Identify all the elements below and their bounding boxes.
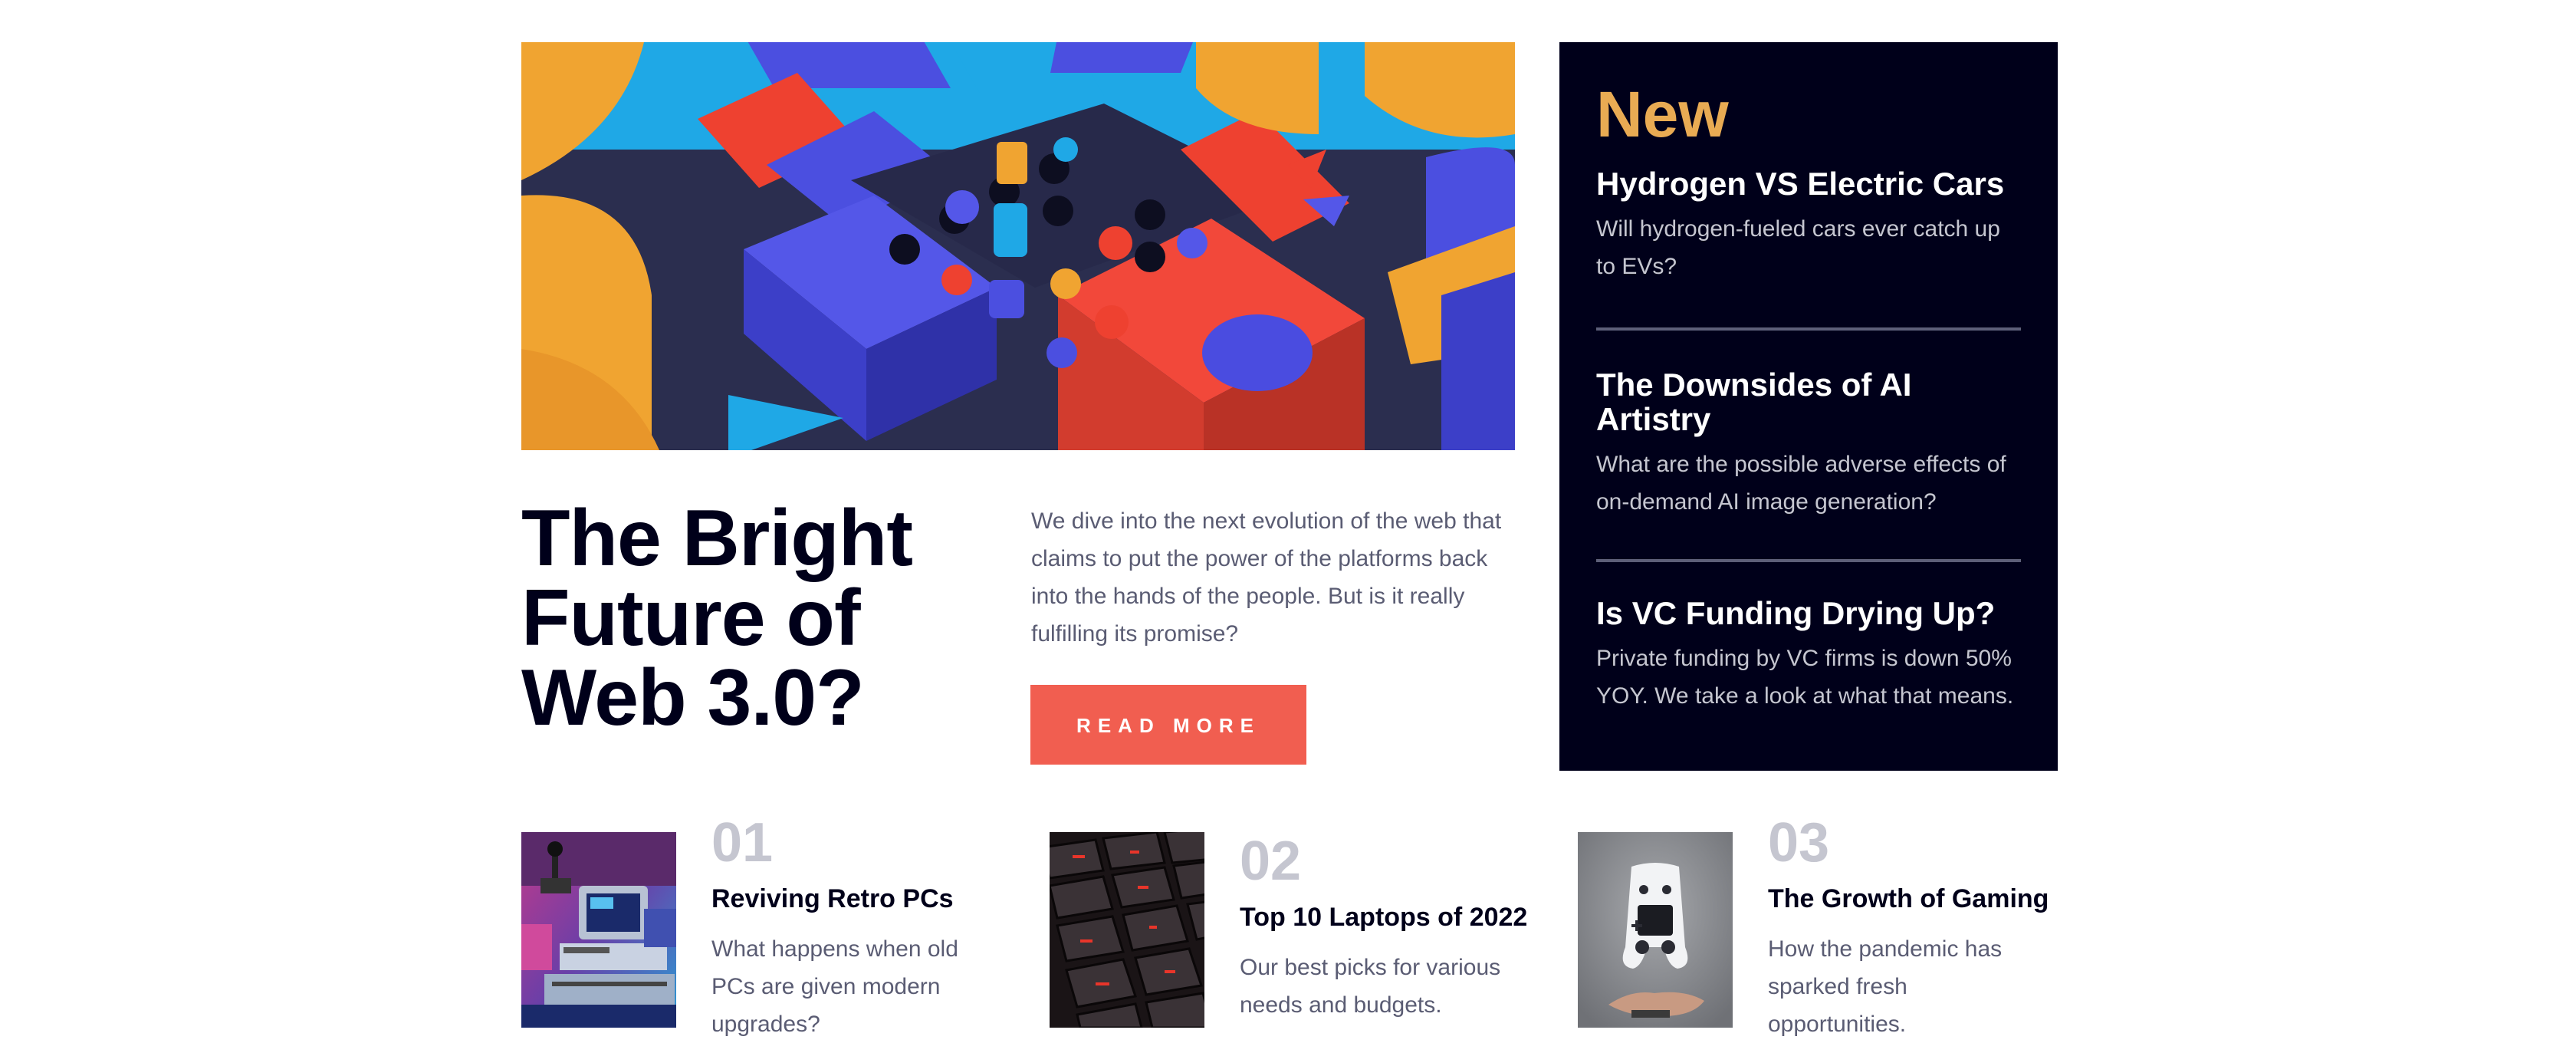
keyboard-illustration (1050, 832, 1204, 1028)
retro-pc-photo[interactable] (521, 832, 676, 1028)
article-description: Our best picks for various needs and bud… (1240, 955, 1501, 1018)
article-title[interactable]: Top 10 Laptops of 2022 (1240, 900, 1562, 935)
article-number: 03 (1768, 812, 1830, 874)
news-item[interactable]: Is VC Funding Drying Up? Private funding… (1596, 562, 2021, 715)
article-number: 01 (711, 812, 774, 874)
article-number: 02 (1240, 831, 1302, 892)
news-item-description: What are the possible adverse effects of… (1596, 452, 2006, 515)
hero-image[interactable] (521, 42, 1515, 450)
read-more-button[interactable]: READ MORE (1030, 685, 1306, 765)
article-body: 01 Reviving Retro PCs What happens when … (711, 815, 980, 1043)
new-heading: New (1596, 78, 1729, 150)
article-body: 02 Top 10 Laptops of 2022 Our best picks… (1240, 834, 1562, 1024)
news-item-title[interactable]: Hydrogen VS Electric Cars (1596, 166, 2021, 201)
article-body: 03 The Growth of Gaming How the pandemic… (1768, 815, 2090, 1043)
retro-pc-illustration (521, 832, 676, 1028)
news-item-description: Private funding by VC firms is down 50% … (1596, 646, 2014, 709)
news-item-title[interactable]: The Downsides of AI Artistry (1596, 367, 2021, 436)
hero-title-line2: Future of (521, 574, 861, 663)
hero-title-line3: Web 3.0? (521, 653, 865, 742)
page: The Bright Future of Web 3.0? We dive in… (0, 0, 2576, 1043)
news-item[interactable]: Hydrogen VS Electric Cars Will hydrogen-… (1596, 153, 2021, 331)
news-item-description: Will hydrogen-fueled cars ever catch up … (1596, 216, 2000, 279)
news-item-title[interactable]: Is VC Funding Drying Up? (1596, 596, 2021, 630)
game-controller-illustration (1578, 832, 1733, 1028)
hero-title-line1: The Bright (521, 494, 913, 583)
hero-description: We dive into the next evolution of the w… (1031, 508, 1502, 647)
article-description: What happens when old PCs are given mode… (711, 936, 958, 1037)
article-description: How the pandemic has sparked fresh oppor… (1768, 936, 2003, 1037)
keyboard-photo[interactable] (1050, 832, 1204, 1028)
article-title[interactable]: The Growth of Gaming (1768, 881, 2090, 916)
new-panel: New Hydrogen VS Electric Cars Will hydro… (1559, 42, 2058, 771)
article-title[interactable]: Reviving Retro PCs (711, 881, 980, 916)
hero-title[interactable]: The Bright Future of Web 3.0? (521, 498, 951, 738)
game-controller-photo[interactable] (1578, 832, 1733, 1028)
hero-illustration (521, 42, 1515, 450)
news-item[interactable]: The Downsides of AI Artistry What are th… (1596, 331, 2021, 562)
